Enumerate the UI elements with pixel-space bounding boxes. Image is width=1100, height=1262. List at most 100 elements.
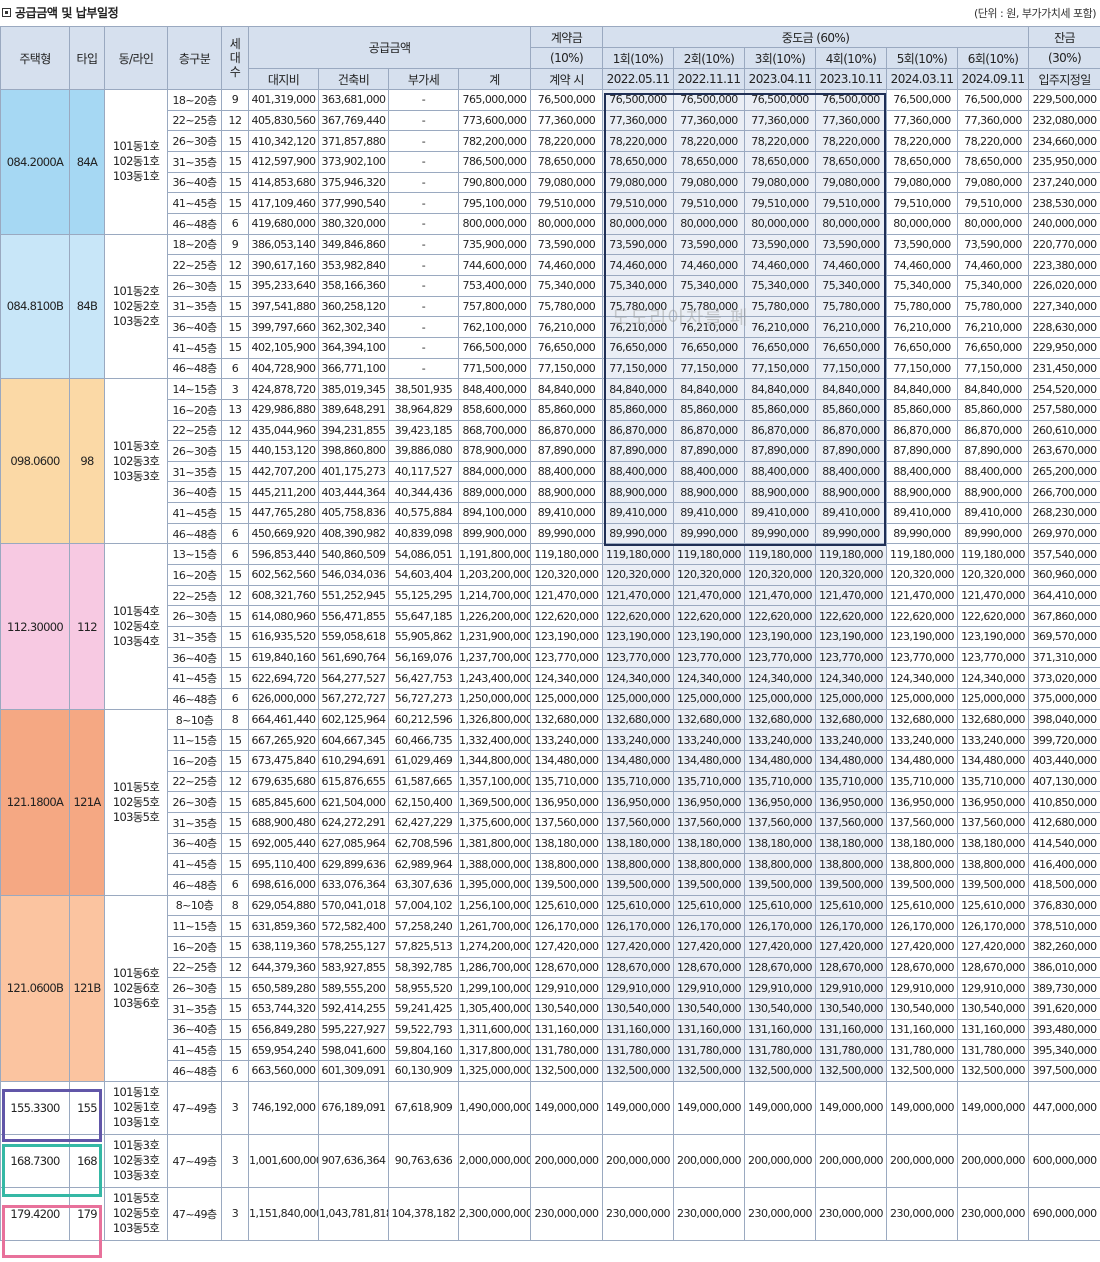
mid-3-cell: 130,540,000: [744, 997, 817, 1020]
col-dong-line: 동/라인: [104, 26, 168, 90]
mid-1-cell: 124,340,000: [602, 667, 675, 690]
mid-2-cell: 135,710,000: [673, 770, 746, 793]
col-building: 건축비: [318, 68, 389, 90]
vat-cell: -: [388, 192, 459, 214]
contract-cell: 132,500,000: [530, 1059, 604, 1082]
mid-4-cell: 80,000,000: [815, 212, 888, 235]
vat-cell: 40,575,884: [388, 502, 459, 524]
units-cell: 15: [221, 1018, 249, 1041]
balance-cell: 229,500,000: [1028, 89, 1100, 111]
dong-line-cell: 101동1호 102동1호 103동1호: [104, 1080, 168, 1135]
col-date-6: 2024.09.11: [957, 68, 1030, 90]
mid-4-cell: 75,340,000: [815, 274, 888, 297]
land-cell: 695,110,400: [248, 853, 319, 875]
mid-5-cell: 138,180,000: [886, 832, 959, 855]
floor-cell: 11~15층: [167, 915, 222, 937]
building-cell: 570,041,018: [318, 894, 389, 917]
mid-5-cell: 86,870,000: [886, 419, 959, 442]
floor-cell: 46~48층: [167, 357, 222, 380]
mid-5-cell: 126,170,000: [886, 915, 959, 937]
balance-cell: 369,570,000: [1028, 626, 1100, 648]
land-cell: 667,265,920: [248, 729, 319, 751]
mid-3-cell: 126,170,000: [744, 915, 817, 937]
mid-4-cell: 200,000,000: [815, 1133, 888, 1188]
units-cell: 15: [221, 481, 249, 504]
house-type-cell: 179.4200: [0, 1186, 70, 1241]
units-cell: 15: [221, 316, 249, 338]
mid-1-cell: 123,190,000: [602, 626, 675, 648]
floor-cell: 41~45층: [167, 502, 222, 524]
units-cell: 15: [221, 295, 249, 318]
vat-cell: -: [388, 357, 459, 380]
units-cell: 3: [221, 1133, 249, 1188]
land-cell: 1,151,840,000: [248, 1186, 319, 1241]
type-cell: 121B: [69, 894, 105, 1082]
balance-cell: 447,000,000: [1028, 1080, 1100, 1135]
vat-cell: 57,258,240: [388, 915, 459, 937]
contract-cell: 136,950,000: [530, 791, 604, 813]
mid-1-cell: 80,000,000: [602, 212, 675, 235]
balance-cell: 268,230,000: [1028, 502, 1100, 524]
mid-1-cell: 76,650,000: [602, 336, 675, 359]
total-cell: 1,375,600,000: [457, 811, 532, 834]
dong-line-text: 103동6호: [112, 995, 160, 1010]
mid-1-cell: 119,180,000: [602, 543, 675, 566]
mid-4-cell: 130,540,000: [815, 997, 888, 1020]
col-date-2: 2022.11.11: [673, 68, 746, 90]
floor-cell: 18~20층: [167, 233, 222, 256]
total-cell: 786,500,000: [457, 150, 532, 173]
mid-1-cell: 86,870,000: [602, 419, 675, 442]
floor-cell: 41~45층: [167, 192, 222, 214]
building-cell: 380,320,000: [318, 212, 389, 235]
mid-5-cell: 79,080,000: [886, 171, 959, 194]
mid-6-cell: 130,540,000: [957, 997, 1030, 1020]
balance-cell: 393,480,000: [1028, 1018, 1100, 1041]
mid-6-cell: 134,480,000: [957, 750, 1030, 772]
total-cell: 795,100,000: [457, 192, 532, 214]
building-cell: 363,681,000: [318, 89, 389, 111]
mid-1-cell: 130,540,000: [602, 997, 675, 1020]
mid-6-cell: 138,180,000: [957, 832, 1030, 855]
building-cell: 546,034,036: [318, 564, 389, 586]
land-cell: 679,635,680: [248, 770, 319, 793]
mid-5-cell: 119,180,000: [886, 543, 959, 566]
vat-cell: 39,423,185: [388, 419, 459, 442]
mid-5-cell: 73,590,000: [886, 233, 959, 256]
land-cell: 397,541,880: [248, 295, 319, 318]
mid-5-cell: 78,650,000: [886, 150, 959, 173]
vat-cell: -: [388, 109, 459, 132]
col-balance: 잔금: [1028, 26, 1100, 48]
mid-5-cell: 131,780,000: [886, 1039, 959, 1061]
mid-2-cell: 126,170,000: [673, 915, 746, 937]
mid-6-cell: 122,620,000: [957, 605, 1030, 628]
floor-cell: 13~15층: [167, 543, 222, 566]
mid-4-cell: 121,470,000: [815, 584, 888, 607]
mid-1-cell: 131,780,000: [602, 1039, 675, 1061]
mid-4-cell: 132,680,000: [815, 708, 888, 731]
total-cell: 1,203,200,000: [457, 564, 532, 586]
contract-cell: 138,800,000: [530, 853, 604, 875]
balance-cell: 254,520,000: [1028, 378, 1100, 400]
mid-2-cell: 86,870,000: [673, 419, 746, 442]
mid-3-cell: 132,680,000: [744, 708, 817, 731]
mid-5-cell: 125,000,000: [886, 688, 959, 710]
balance-cell: 260,610,000: [1028, 419, 1100, 442]
building-cell: 389,648,291: [318, 398, 389, 421]
mid-6-cell: 86,870,000: [957, 419, 1030, 442]
land-cell: 424,878,720: [248, 378, 319, 400]
mid-2-cell: 76,500,000: [673, 89, 746, 111]
total-cell: 782,200,000: [457, 130, 532, 152]
land-cell: 638,119,360: [248, 935, 319, 958]
vat-cell: 56,727,273: [388, 688, 459, 710]
contract-cell: 80,000,000: [530, 212, 604, 235]
dong-line-text: 102동6호: [112, 980, 160, 995]
mid-5-cell: 88,400,000: [886, 460, 959, 483]
building-cell: 627,085,964: [318, 832, 389, 855]
mid-2-cell: 129,910,000: [673, 977, 746, 999]
land-cell: 698,616,000: [248, 873, 319, 896]
mid-4-cell: 149,000,000: [815, 1080, 888, 1135]
mid-1-cell: 76,500,000: [602, 89, 675, 111]
balance-cell: 237,240,000: [1028, 171, 1100, 194]
contract-cell: 122,620,000: [530, 605, 604, 628]
mid-3-cell: 135,710,000: [744, 770, 817, 793]
